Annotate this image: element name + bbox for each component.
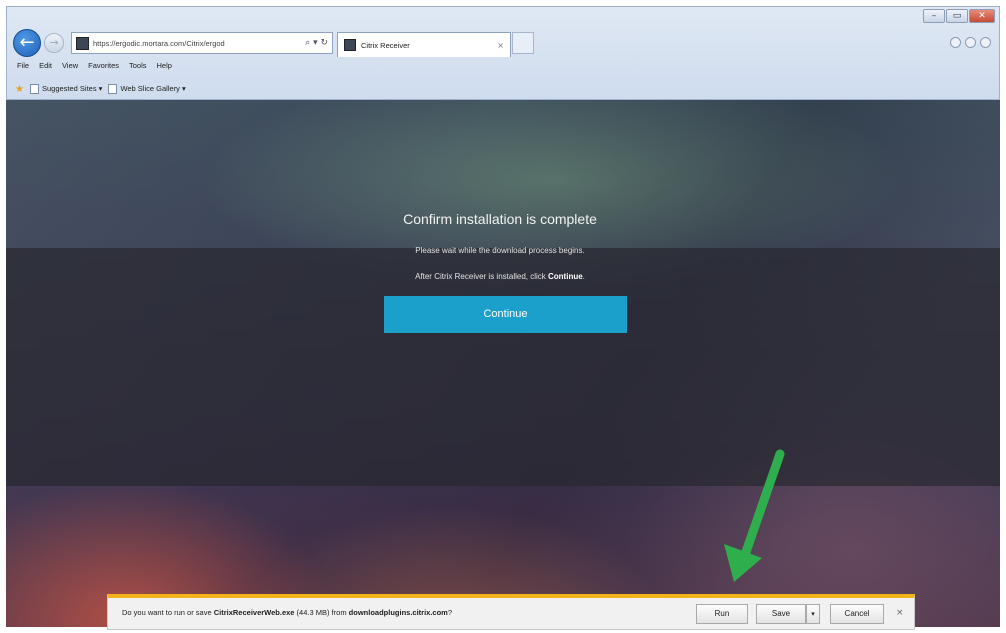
tab-label: Citrix Receiver [361, 40, 410, 50]
toolbar-right-icons [950, 37, 991, 48]
minimize-button[interactable]: – [923, 9, 945, 23]
dialog-title: Confirm installation is complete [403, 211, 597, 227]
page-icon [108, 84, 118, 94]
menu-file[interactable]: File [17, 61, 29, 75]
menu-bar: File Edit View Favorites Tools Help [17, 61, 172, 75]
menu-edit[interactable]: Edit [39, 61, 52, 75]
save-button[interactable]: Save [756, 604, 806, 624]
green-arrow-icon [724, 449, 785, 582]
download-source: downloadplugins.citrix.com [348, 608, 448, 617]
page-icon [29, 84, 39, 94]
dialog-message-wait: Please wait while the download process b… [415, 246, 585, 255]
download-notification-bar: Do you want to run or save CitrixReceive… [107, 594, 915, 630]
close-icon[interactable]: × [896, 608, 904, 618]
menu-view[interactable]: View [62, 61, 78, 75]
menu-favorites[interactable]: Favorites [88, 61, 119, 75]
message-prefix: After Citrix Receiver is installed, clic… [415, 272, 548, 281]
forward-button[interactable]: → [44, 33, 64, 53]
menu-help[interactable]: Help [157, 61, 172, 75]
favorites-item-suggested-sites[interactable]: Suggested Sites ▾ [29, 83, 103, 94]
url-text[interactable]: https://ergodic.mortara.com/Citrix/ergod [93, 39, 301, 48]
message-suffix: . [582, 272, 585, 281]
search-refresh-icons[interactable]: ⌕ ▾ ↻ [301, 38, 332, 48]
menu-tools[interactable]: Tools [129, 61, 147, 75]
address-bar[interactable]: https://ergodic.mortara.com/Citrix/ergod… [71, 32, 333, 54]
site-favicon-icon [76, 36, 89, 50]
download-message: Do you want to run or save CitrixReceive… [122, 608, 452, 617]
favorites-item-label: Suggested Sites ▾ [41, 83, 103, 93]
favorites-item-web-slice-gallery[interactable]: Web Slice Gallery ▾ [108, 83, 186, 94]
close-window-button[interactable]: ✕ [969, 9, 995, 23]
browser-chrome: – ▭ ✕ ← → https://ergodic.mortara.com/Ci… [6, 6, 1000, 100]
maximize-button[interactable]: ▭ [946, 9, 968, 23]
run-button[interactable]: Run [696, 604, 748, 624]
home-icon[interactable] [950, 37, 961, 48]
back-button[interactable]: ← [13, 29, 41, 57]
save-dropdown-icon[interactable]: ▾ [806, 604, 820, 624]
download-filename: CitrixReceiverWeb.exe [213, 608, 295, 617]
download-size: (44.3 MB) from [294, 608, 349, 617]
cancel-button[interactable]: Cancel [830, 604, 884, 624]
tab-close-icon[interactable]: × [497, 41, 504, 50]
message-bold-continue: Continue [548, 272, 583, 281]
download-suffix: ? [447, 608, 453, 617]
tab-favicon-icon [344, 39, 356, 51]
favorites-star-icon[interactable]: ★ [15, 84, 24, 95]
favorites-star-icon[interactable] [965, 37, 976, 48]
new-tab-button[interactable] [512, 32, 534, 54]
window-controls: – ▭ ✕ [923, 9, 995, 23]
browser-window: – ▭ ✕ ← → https://ergodic.mortara.com/Ci… [0, 0, 1006, 633]
navigation-row: ← → https://ergodic.mortara.com/Citrix/e… [7, 29, 999, 59]
favorites-item-label: Web Slice Gallery ▾ [120, 83, 186, 93]
dialog-overlay [6, 248, 1000, 486]
continue-button[interactable]: Continue [384, 296, 627, 333]
dialog-message-continue: After Citrix Receiver is installed, clic… [0, 272, 1000, 281]
page-content [6, 100, 1000, 627]
tab-citrix-receiver[interactable]: Citrix Receiver × [337, 32, 511, 57]
favorites-bar: ★ Suggested Sites ▾ Web Slice Gallery ▾ [15, 81, 186, 97]
gear-icon[interactable] [980, 37, 991, 48]
download-prefix: Do you want to run or save [122, 608, 214, 617]
